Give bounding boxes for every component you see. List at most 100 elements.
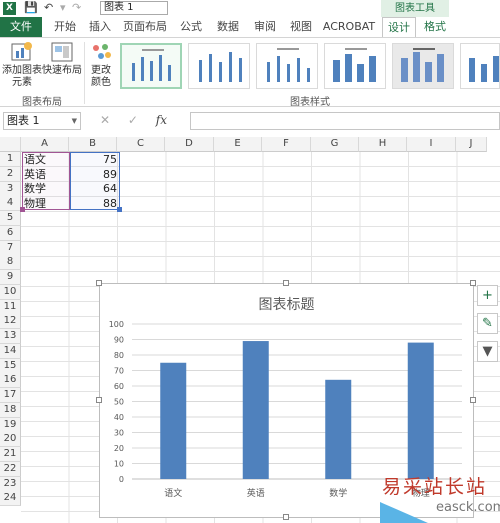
- fx-icon[interactable]: fx: [156, 113, 167, 127]
- chart-style-1[interactable]: [120, 43, 182, 89]
- y-tick-label: 20: [114, 444, 124, 453]
- column-header-c[interactable]: C: [117, 137, 165, 152]
- row-header-12[interactable]: 12: [0, 314, 21, 330]
- cell-a1[interactable]: 语文: [24, 152, 70, 167]
- row-header-10[interactable]: 10: [0, 284, 21, 300]
- row-header-11[interactable]: 11: [0, 299, 21, 315]
- thumb-bar: [369, 56, 376, 82]
- chart-style-3[interactable]: [256, 43, 318, 89]
- resize-handle[interactable]: [96, 280, 102, 286]
- cell-b4[interactable]: 88: [70, 196, 120, 211]
- tab-page-layout[interactable]: 页面布局: [119, 17, 171, 37]
- change-colors-button[interactable]: 更改 颜色: [86, 41, 116, 89]
- tab-review[interactable]: 审阅: [249, 17, 281, 37]
- chart-styles-button[interactable]: ✎: [477, 313, 498, 334]
- cell-b2[interactable]: 89: [70, 167, 120, 182]
- tab-data[interactable]: 数据: [211, 17, 245, 37]
- thumb-title: [345, 48, 367, 50]
- chart-filters-button[interactable]: ▼: [477, 341, 498, 362]
- row-header-5[interactable]: 5: [0, 211, 21, 226]
- chevron-down-icon[interactable]: ▼: [72, 113, 77, 129]
- chart-style-2[interactable]: [188, 43, 250, 89]
- row-header-1[interactable]: 1: [0, 152, 21, 167]
- ribbon-tabs: 文件 开始 插入 页面布局 公式 数据 审阅 视图 ACROBAT 设计 格式: [0, 17, 500, 37]
- chart-elements-button[interactable]: +: [477, 285, 498, 306]
- row-header-3[interactable]: 3: [0, 181, 21, 197]
- row-header-16[interactable]: 16: [0, 373, 21, 389]
- cell-a3[interactable]: 数学: [24, 181, 70, 196]
- resize-handle[interactable]: [283, 514, 289, 520]
- thumb-bar: [357, 64, 364, 82]
- tab-file[interactable]: 文件: [0, 17, 42, 37]
- x-category-label: 英语: [247, 487, 265, 499]
- chart-style-4[interactable]: [324, 43, 386, 89]
- row-header-15[interactable]: 15: [0, 358, 21, 374]
- thumb-bar: [277, 56, 280, 82]
- tab-view[interactable]: 视图: [285, 17, 317, 37]
- resize-handle[interactable]: [96, 397, 102, 403]
- row-header-13[interactable]: 13: [0, 329, 21, 344]
- row-header-8[interactable]: 8: [0, 255, 21, 271]
- chart-style-5[interactable]: [392, 43, 454, 89]
- column-header-b[interactable]: B: [69, 137, 117, 152]
- cell-b3[interactable]: 64: [70, 181, 120, 196]
- formula-bar: 图表 1 ▼ ✕ ✓ fx: [0, 111, 500, 131]
- bar-1[interactable]: [160, 362, 187, 479]
- cell-a4[interactable]: 物理: [24, 196, 70, 211]
- quick-layout-button[interactable]: 快速布局: [42, 41, 82, 77]
- row-header-2[interactable]: 2: [0, 166, 21, 182]
- column-header-a[interactable]: A: [21, 137, 69, 152]
- column-header-g[interactable]: G: [311, 137, 359, 152]
- row-header-19[interactable]: 19: [0, 417, 21, 433]
- tab-format[interactable]: 格式: [419, 17, 451, 37]
- title-namebox[interactable]: 图表 1: [100, 1, 168, 15]
- cell-a2[interactable]: 英语: [24, 167, 70, 182]
- column-header-j[interactable]: J: [456, 137, 487, 152]
- row-header-14[interactable]: 14: [0, 343, 21, 359]
- tab-home[interactable]: 开始: [48, 17, 82, 37]
- tab-acrobat[interactable]: ACROBAT: [320, 17, 378, 37]
- bar-4[interactable]: [407, 342, 434, 479]
- row-header-22[interactable]: 22: [0, 461, 21, 477]
- y-tick-label: 60: [114, 382, 124, 391]
- column-header-h[interactable]: H: [359, 137, 407, 152]
- chart-style-6[interactable]: [460, 43, 500, 89]
- cancel-icon[interactable]: ✕: [100, 113, 110, 127]
- formula-input[interactable]: [190, 112, 500, 130]
- column-header-e[interactable]: E: [214, 137, 262, 152]
- tab-formulas[interactable]: 公式: [175, 17, 207, 37]
- row-header-18[interactable]: 18: [0, 402, 21, 418]
- add-chart-element-button[interactable]: 添加图表 元素: [2, 41, 42, 89]
- resize-handle[interactable]: [283, 280, 289, 286]
- bar-3[interactable]: [325, 379, 352, 479]
- save-icon[interactable]: 💾: [24, 1, 38, 15]
- y-tick-label: 100: [109, 320, 124, 329]
- name-box[interactable]: 图表 1 ▼: [3, 112, 81, 130]
- select-all-corner[interactable]: [0, 137, 21, 152]
- tab-insert[interactable]: 插入: [84, 17, 116, 37]
- undo-icon[interactable]: ↶: [44, 1, 53, 15]
- row-header-23[interactable]: 23: [0, 476, 21, 492]
- row-header-17[interactable]: 17: [0, 388, 21, 403]
- row-header-21[interactable]: 21: [0, 447, 21, 462]
- resize-handle[interactable]: [470, 280, 476, 286]
- cell-b1[interactable]: 75: [70, 152, 120, 167]
- column-header-i[interactable]: I: [407, 137, 456, 152]
- row-header-24[interactable]: 24: [0, 491, 21, 507]
- column-header-f[interactable]: F: [262, 137, 311, 152]
- tab-design[interactable]: 设计: [382, 17, 416, 37]
- enter-icon[interactable]: ✓: [128, 113, 138, 127]
- undo-dropdown-icon[interactable]: ▾: [60, 1, 66, 15]
- resize-handle[interactable]: [470, 397, 476, 403]
- bar-2[interactable]: [242, 341, 269, 479]
- row-header-9[interactable]: 9: [0, 270, 21, 285]
- watermark-url: easck.com: [436, 500, 500, 515]
- row-header-4[interactable]: 4: [0, 196, 21, 212]
- row-header-6[interactable]: 6: [0, 225, 21, 241]
- thumb-bar: [219, 62, 222, 82]
- row-header-7[interactable]: 7: [0, 240, 21, 256]
- row-header-20[interactable]: 20: [0, 432, 21, 448]
- y-tick-label: 90: [114, 336, 124, 345]
- column-header-d[interactable]: D: [165, 137, 214, 152]
- redo-icon[interactable]: ↷: [72, 1, 81, 15]
